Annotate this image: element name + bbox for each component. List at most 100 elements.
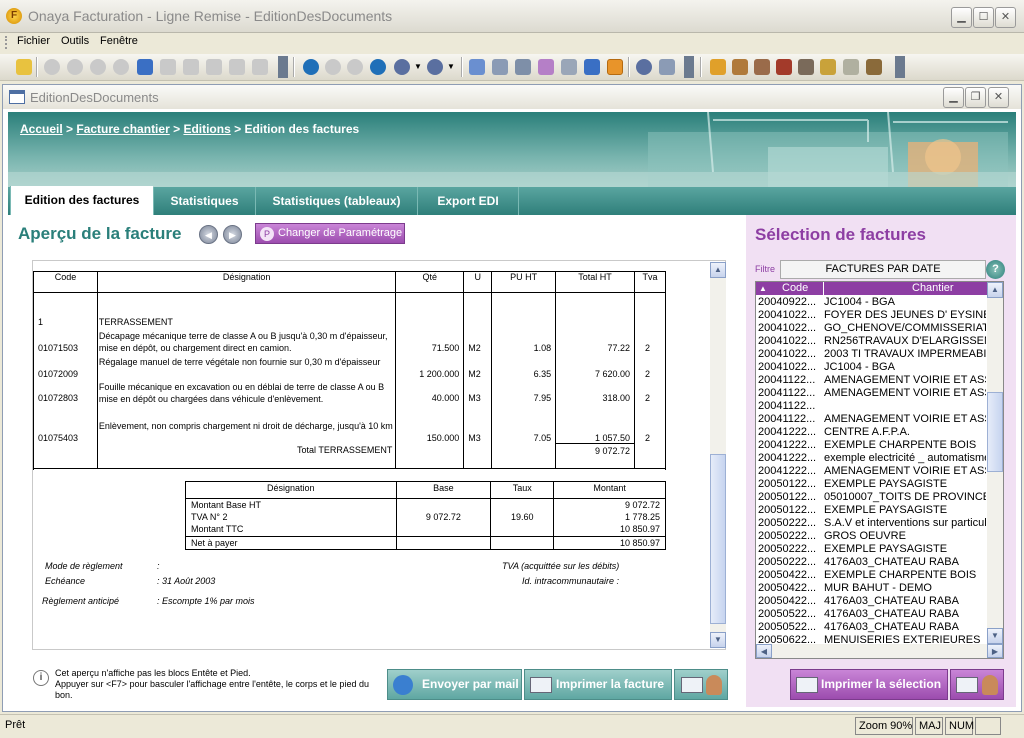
list-item[interactable]: 20050422... 4176A03_CHATEAU RABA	[756, 595, 987, 608]
list-item[interactable]: 20050222... S.A.V et interventions sur pa…	[756, 517, 987, 530]
list-icon[interactable]	[561, 59, 577, 75]
last-record-icon[interactable]	[113, 59, 129, 75]
list-item[interactable]: 20041022... 2003 TI TRAVAUX IMPERMEABILIS…	[756, 348, 987, 361]
list-item[interactable]: 20050222... GROS OEUVRE	[756, 530, 987, 543]
breadcrumb-facture-link[interactable]: Facture chantier	[76, 122, 169, 136]
minimize-button[interactable]: ▁	[951, 7, 972, 28]
list-item[interactable]: 20041022... FOYER DES JEUNES D' EYSINES	[756, 309, 987, 322]
list-item[interactable]: 20041122... AMENAGEMENT VOIRIE ET ASSAINI…	[756, 413, 987, 426]
breadcrumb-editions-link[interactable]: Editions	[183, 122, 230, 136]
list-item[interactable]: 20041222... CENTRE A.F.P.A.	[756, 426, 987, 439]
print-selection-settings-button[interactable]	[950, 669, 1004, 700]
filter-select[interactable]: FACTURES PAR DATE	[780, 260, 986, 279]
tab-export-edi[interactable]: Export EDI	[417, 187, 519, 215]
previous-record-icon[interactable]	[67, 59, 83, 75]
list-item[interactable]: 20050222... EXEMPLE PAYSAGISTE	[756, 543, 987, 556]
info-icon[interactable]	[303, 59, 319, 75]
close-button[interactable]: ✕	[995, 7, 1016, 28]
print-icon[interactable]	[492, 59, 508, 75]
trade-icon[interactable]	[820, 59, 836, 75]
list-scrollbar[interactable]: ▲ ▼	[987, 282, 1003, 644]
list-item[interactable]: 20050122... 05010007_TOITS DE PROVINCES	[756, 491, 987, 504]
list-item[interactable]: 20041122... AMENAGEMENT VOIRIE ET ASSAINI…	[756, 374, 987, 387]
list-item[interactable]: 20041022... GO_CHENOVE/COMMISSERIAT	[756, 322, 987, 335]
list-item[interactable]: 20050522... 4176A03_CHATEAU RABA	[756, 608, 987, 621]
toolbar-overflow-icon[interactable]	[278, 56, 288, 78]
list-header-code[interactable]: Code	[782, 282, 808, 295]
list-item[interactable]: 20050422... EXEMPLE CHARPENTE BOIS	[756, 569, 987, 582]
list-item[interactable]: 20041022... JC1004 - BGA	[756, 361, 987, 374]
menu-outils[interactable]: Outils	[61, 35, 89, 47]
delete-icon[interactable]	[160, 59, 176, 75]
trade-icon[interactable]	[732, 59, 748, 75]
menu-fichier[interactable]: Fichier	[17, 35, 50, 47]
toolbar-overflow-icon[interactable]	[895, 56, 905, 78]
scroll-up-icon[interactable]: ▲	[710, 262, 726, 278]
options-icon[interactable]	[427, 59, 443, 75]
dropdown-arrow-icon[interactable]: ▼	[414, 62, 422, 71]
breadcrumb-home-link[interactable]: Accueil	[20, 122, 63, 136]
filter-help-icon[interactable]: ?	[986, 260, 1005, 279]
first-record-icon[interactable]	[44, 59, 60, 75]
list-item[interactable]: 20041122... AMENAGEMENT VOIRIE ET ASSAINI…	[756, 387, 987, 400]
info-disabled-icon[interactable]	[347, 59, 363, 75]
dropdown-arrow-icon[interactable]: ▼	[447, 62, 455, 71]
scroll-thumb[interactable]	[710, 454, 726, 624]
trade-icon[interactable]	[710, 59, 726, 75]
trade-icon[interactable]	[798, 59, 814, 75]
list-item[interactable]: 20041122...	[756, 400, 987, 413]
tab-statistiques-tableaux[interactable]: Statistiques (tableaux)	[255, 187, 417, 215]
info-disabled-icon[interactable]	[325, 59, 341, 75]
scroll-left-icon[interactable]: ◀	[756, 644, 772, 658]
export-icon[interactable]	[538, 59, 554, 75]
list-header-chantier[interactable]: Chantier	[912, 282, 954, 295]
details-icon[interactable]	[584, 59, 600, 75]
scroll-right-icon[interactable]: ▶	[987, 644, 1003, 658]
print-selection-button[interactable]: Imprimer la sélection	[790, 669, 948, 700]
preview-icon[interactable]	[469, 59, 485, 75]
tools-icon[interactable]	[659, 59, 675, 75]
param-icon[interactable]	[394, 59, 410, 75]
trade-icon[interactable]	[843, 59, 859, 75]
trade-icon[interactable]	[776, 59, 792, 75]
list-item[interactable]: 20041222... exemple electricité _ automat…	[756, 452, 987, 465]
save-icon[interactable]	[137, 59, 153, 75]
undo-icon[interactable]	[183, 59, 199, 75]
toolbar-overflow-icon[interactable]	[684, 56, 694, 78]
list-item[interactable]: 20050622... MENUISERIES EXTERIEURES	[756, 634, 987, 644]
menu-fenetre[interactable]: Fenêtre	[100, 35, 138, 47]
list-item[interactable]: 20041022... RN256TRAVAUX D'ELARGISSEMENT	[756, 335, 987, 348]
tab-edition-factures[interactable]: Edition des factures	[10, 186, 153, 216]
send-mail-button[interactable]: Envoyer par mail	[387, 669, 522, 700]
print-invoice-button[interactable]: Imprimer la facture	[524, 669, 672, 700]
list-item[interactable]: 20041222... AMENAGEMENT VOIRIE ET ASSAINI…	[756, 465, 987, 478]
print-settings-button[interactable]	[674, 669, 728, 700]
doc-close-button[interactable]: ✕	[988, 87, 1009, 108]
maximize-button[interactable]: ☐	[973, 7, 994, 28]
scroll-down-icon[interactable]: ▼	[710, 632, 726, 648]
scroll-down-icon[interactable]: ▼	[987, 628, 1003, 644]
scroll-up-icon[interactable]: ▲	[987, 282, 1003, 298]
list-item[interactable]: 20041222... EXEMPLE CHARPENTE BOIS	[756, 439, 987, 452]
list-item[interactable]: 20050422... MUR BAHUT - DEMO	[756, 582, 987, 595]
help-icon[interactable]	[370, 59, 386, 75]
trade-icon[interactable]	[754, 59, 770, 75]
cut-icon[interactable]	[206, 59, 222, 75]
notes-icon[interactable]	[16, 59, 32, 75]
sort-ascending-icon[interactable]: ▲	[759, 282, 767, 295]
list-horizontal-scrollbar[interactable]: ◀ ▶	[756, 644, 1003, 658]
search-icon[interactable]	[515, 59, 531, 75]
doc-minimize-button[interactable]: ▁	[943, 87, 964, 108]
list-item[interactable]: 20050222... 4176A03_CHATEAU RABA	[756, 556, 987, 569]
next-invoice-button[interactable]: ▶	[223, 225, 242, 244]
paste-icon[interactable]	[252, 59, 268, 75]
tab-statistiques[interactable]: Statistiques	[153, 187, 255, 215]
question-icon[interactable]	[636, 59, 652, 75]
doc-restore-button[interactable]: ❐	[965, 87, 986, 108]
list-item[interactable]: 20050522... 4176A03_CHATEAU RABA	[756, 621, 987, 634]
previous-invoice-button[interactable]: ◀	[199, 225, 218, 244]
list-item[interactable]: 20050122... EXEMPLE PAYSAGISTE	[756, 478, 987, 491]
brush-icon[interactable]	[866, 59, 882, 75]
copy-icon[interactable]	[229, 59, 245, 75]
change-settings-button[interactable]: P Changer de Paramétrage	[255, 223, 405, 244]
